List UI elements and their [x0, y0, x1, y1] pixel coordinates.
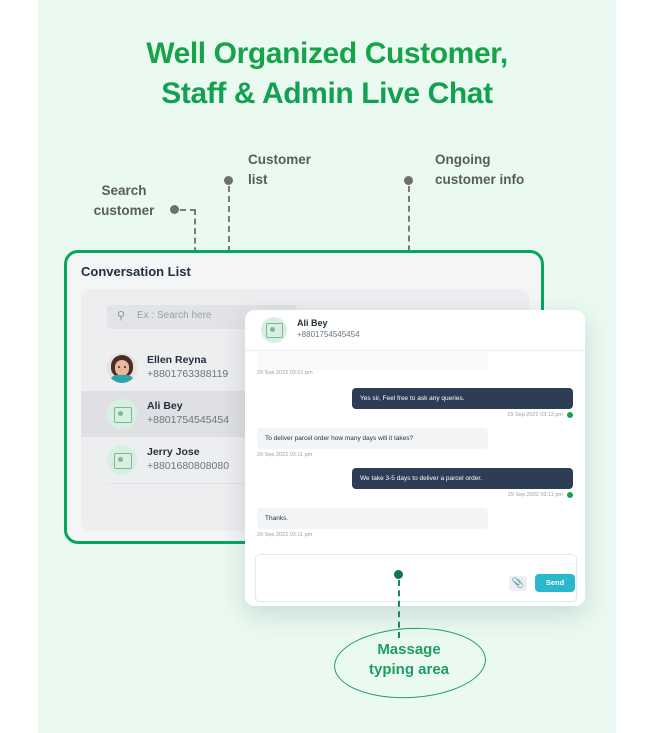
page-title: Well Organized Customer, Staff & Admin L… — [38, 34, 616, 114]
avatar — [107, 399, 137, 429]
annotation-dot-typing — [394, 570, 403, 579]
chat-header: Ali Bey +8801754545454 — [245, 310, 585, 351]
message-timestamp: 29 Sep 2022 03:11 pm — [257, 452, 313, 458]
contact-card-icon — [114, 453, 132, 469]
annotation-dot-info — [404, 176, 413, 185]
chat-contact-phone: +8801754545454 — [297, 330, 360, 339]
annotation-info-line2: customer info — [435, 171, 525, 187]
annotation-info-line1: Ongoing — [435, 152, 491, 167]
avatar — [107, 445, 137, 475]
contact-card-icon — [114, 407, 132, 423]
chat-composer-area: 📎 Send — [245, 550, 585, 606]
annotation-search-customer: Search customer — [76, 181, 172, 220]
avatar — [107, 353, 137, 383]
message-bubble — [257, 350, 488, 370]
message-timestamp: 29 Sep 2022 03:11 pm — [507, 492, 563, 498]
search-placeholder: Ex : Search here — [137, 310, 212, 321]
contact-name: Ellen Reyna — [147, 354, 207, 366]
paperclip-icon[interactable]: 📎 — [509, 576, 527, 591]
annotation-customer-info: Ongoing customer info — [435, 150, 565, 189]
contact-card-icon — [266, 323, 283, 338]
message-read-badge — [567, 412, 573, 418]
contact-name: Jerry Jose — [147, 446, 200, 458]
message-bubble: To deliver parcel order how many days wi… — [257, 428, 488, 450]
message-bubble: We take 3-5 days to deliver a parcel ord… — [352, 468, 573, 490]
message-timestamp: 29 Sep 2022 03:13 pm — [507, 412, 563, 418]
message-input[interactable] — [255, 554, 577, 602]
annotation-search-line1: Search — [101, 183, 147, 198]
message-read-badge — [567, 492, 573, 498]
annotation-typing-line2: typing area — [368, 661, 450, 679]
page-title-line1: Well Organized Customer, — [146, 37, 508, 70]
annotation-dot-list — [224, 176, 233, 185]
annotation-list-line2: list — [248, 171, 268, 187]
contact-phone: +8801680808080 — [147, 460, 230, 472]
message-bubble: Thanks. — [257, 508, 488, 530]
message-timestamp: 29 Sep 2022 03:01 pm — [257, 370, 313, 376]
annotation-dot-search — [170, 205, 179, 214]
message-timestamp: 29 Sep 2022 03:11 pm — [257, 532, 313, 538]
chat-contact-name: Ali Bey — [297, 318, 328, 328]
annotation-typing-area: Massage typing area — [334, 640, 484, 681]
contact-name: Ali Bey — [147, 400, 183, 412]
contact-phone: +8801763388119 — [147, 368, 229, 380]
poster-canvas: Well Organized Customer, Staff & Admin L… — [0, 0, 654, 733]
photo-avatar-icon — [107, 353, 137, 383]
page-title-line2: Staff & Admin Live Chat — [161, 76, 493, 110]
send-button[interactable]: Send — [535, 574, 575, 592]
chat-message-list[interactable]: 29 Sep 2022 03:01 pm Yes sir, Feel free … — [245, 350, 585, 562]
avatar — [261, 317, 287, 343]
search-icon: ⚲ — [117, 310, 126, 322]
annotation-customer-list: Customer list — [248, 150, 338, 189]
contact-phone: +8801754545454 — [147, 414, 230, 426]
conversation-list-title: Conversation List — [81, 264, 191, 279]
message-bubble: Yes sir, Feel free to ask any queries. — [352, 388, 573, 410]
annotation-typing-line1: Massage — [377, 641, 441, 658]
annotation-list-line1: Customer — [248, 152, 312, 167]
chat-panel: Ali Bey +8801754545454 29 Sep 2022 03:01… — [245, 310, 585, 606]
annotation-search-line2: customer — [93, 202, 155, 218]
